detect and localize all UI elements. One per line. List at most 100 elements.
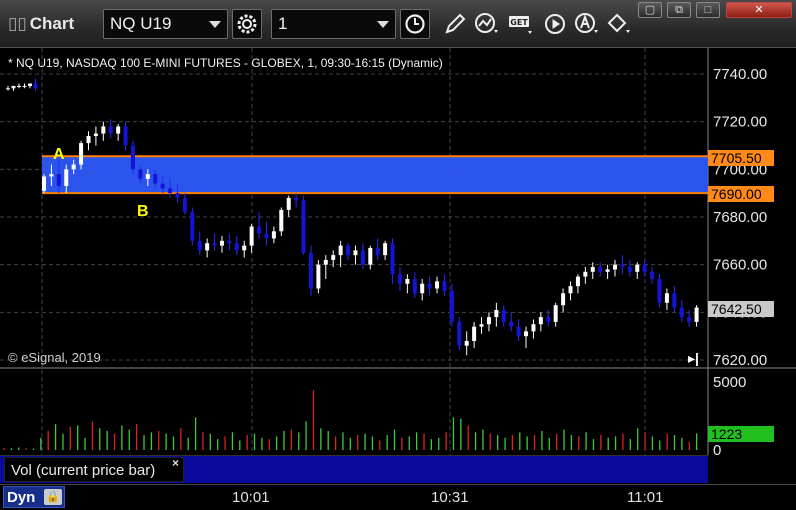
interval-value: 1 — [278, 14, 288, 33]
alert-icon[interactable] — [572, 9, 602, 39]
candle-body — [316, 264, 321, 289]
candle-body — [308, 252, 313, 289]
candle-body — [672, 293, 677, 308]
candle-body — [234, 243, 239, 251]
candle-body — [509, 321, 514, 327]
candle-body — [516, 326, 521, 337]
candle-body — [383, 243, 388, 256]
clock-icon[interactable] — [400, 9, 430, 39]
candle-body — [56, 174, 61, 187]
candle-body — [524, 331, 529, 337]
candle-body — [116, 126, 121, 134]
drag-grip-icon[interactable]: ▯▯ — [8, 14, 27, 33]
candle-body — [138, 169, 143, 179]
candle-body — [71, 164, 76, 170]
chart-title: Chart — [29, 14, 75, 33]
time-axis — [0, 484, 796, 510]
candle-body — [17, 85, 21, 87]
candle-body — [33, 83, 38, 89]
close-icon[interactable]: × — [172, 456, 179, 470]
candle-body — [130, 145, 135, 170]
volume-tick-label: 5000 — [713, 374, 746, 391]
candle-body — [427, 283, 432, 289]
candle-body — [368, 247, 373, 265]
candle-body — [479, 324, 484, 327]
candle-body — [93, 133, 98, 136]
candle-body — [123, 126, 128, 146]
candle-body — [642, 264, 647, 272]
candle-body — [22, 85, 27, 87]
price-tick-label: 7680.00 — [713, 209, 767, 226]
candle-body — [160, 183, 165, 189]
candle-body — [338, 245, 343, 256]
pencil-draw-icon[interactable] — [440, 9, 470, 39]
candle-body — [182, 197, 187, 213]
chart-toolbar: ▯▯ Chart NQ U19 1 GET ▢ ⧉ □ ✕ — [0, 0, 796, 48]
play-replay-icon[interactable] — [540, 9, 570, 39]
study-icon[interactable] — [472, 9, 502, 39]
candle-body — [264, 233, 269, 239]
symbol-combo[interactable]: NQ U19 — [103, 9, 228, 39]
candle-body — [420, 283, 425, 294]
candle-body — [205, 243, 210, 251]
candle-body — [613, 264, 618, 270]
time-tick: 11:01 — [627, 489, 664, 506]
candle-body — [346, 245, 351, 256]
symbol-description: * NQ U19, NASDAQ 100 E-MINI FUTURES - GL… — [8, 56, 443, 70]
chart-area[interactable]: 7740.007720.007700.007680.007660.007640.… — [0, 48, 796, 510]
candle-body — [375, 247, 380, 256]
candle-body — [457, 321, 462, 346]
candle-body — [531, 324, 536, 332]
interval-combo[interactable]: 1 — [271, 9, 396, 39]
maximize-button[interactable]: □ — [696, 2, 720, 18]
dynamic-mode-button[interactable]: Dyn 🔒 — [3, 486, 65, 508]
lock-icon[interactable]: 🔒 — [44, 489, 62, 505]
point-b-label: B — [137, 203, 149, 220]
get-data-icon[interactable]: GET — [506, 9, 536, 39]
restore-button[interactable]: ⧉ — [667, 2, 691, 18]
candle-body — [679, 307, 684, 318]
volume-tick-label: 0 — [713, 442, 721, 459]
candle-body — [279, 209, 284, 232]
candle-body — [605, 269, 610, 272]
candle-body — [190, 212, 195, 241]
candle-body — [390, 243, 395, 275]
settings-gear-icon[interactable] — [232, 9, 262, 39]
close-button[interactable]: ✕ — [726, 2, 792, 18]
scroll-to-end-icon[interactable]: ▸| — [688, 350, 699, 367]
candle-body — [323, 259, 328, 265]
candle-body — [590, 267, 595, 272]
candle-body — [286, 197, 291, 210]
candle-body — [64, 169, 69, 187]
candle-body — [101, 126, 106, 134]
candle-body — [42, 176, 46, 191]
candle-body — [553, 305, 558, 322]
chevron-down-icon — [377, 21, 389, 28]
candle-body — [86, 135, 91, 144]
candle-body — [28, 83, 32, 86]
price-tick-label: 7660.00 — [713, 257, 767, 274]
copyright-text: © eSignal, 2019 — [8, 350, 101, 365]
candle-body — [353, 250, 358, 256]
candle-body — [301, 200, 306, 253]
candle-body — [108, 126, 113, 134]
candle-body — [249, 226, 254, 246]
candle-body — [598, 267, 603, 272]
volume-study-label[interactable]: Vol (current price bar) — [4, 457, 184, 482]
dynamic-label: Dyn — [7, 489, 36, 506]
candle-body — [657, 278, 662, 303]
candle-body — [664, 293, 669, 303]
candle-body — [397, 274, 402, 284]
candle-body — [494, 309, 499, 318]
volume-last-tag: 1223 — [708, 426, 774, 442]
candle-body — [635, 264, 640, 272]
lower-line-price-tag: 7690.00 — [708, 186, 774, 202]
last-price-tag: 7642.50 — [708, 301, 774, 317]
candle-body — [627, 267, 632, 272]
link-icon[interactable] — [604, 9, 634, 39]
price-tick-label: 7740.00 — [713, 66, 767, 83]
candle-body — [568, 286, 573, 294]
candle-body — [412, 278, 417, 294]
minimize-button[interactable]: ▢ — [638, 2, 662, 18]
price-chart[interactable]: 7740.007720.007700.007680.007660.007640.… — [0, 48, 796, 510]
